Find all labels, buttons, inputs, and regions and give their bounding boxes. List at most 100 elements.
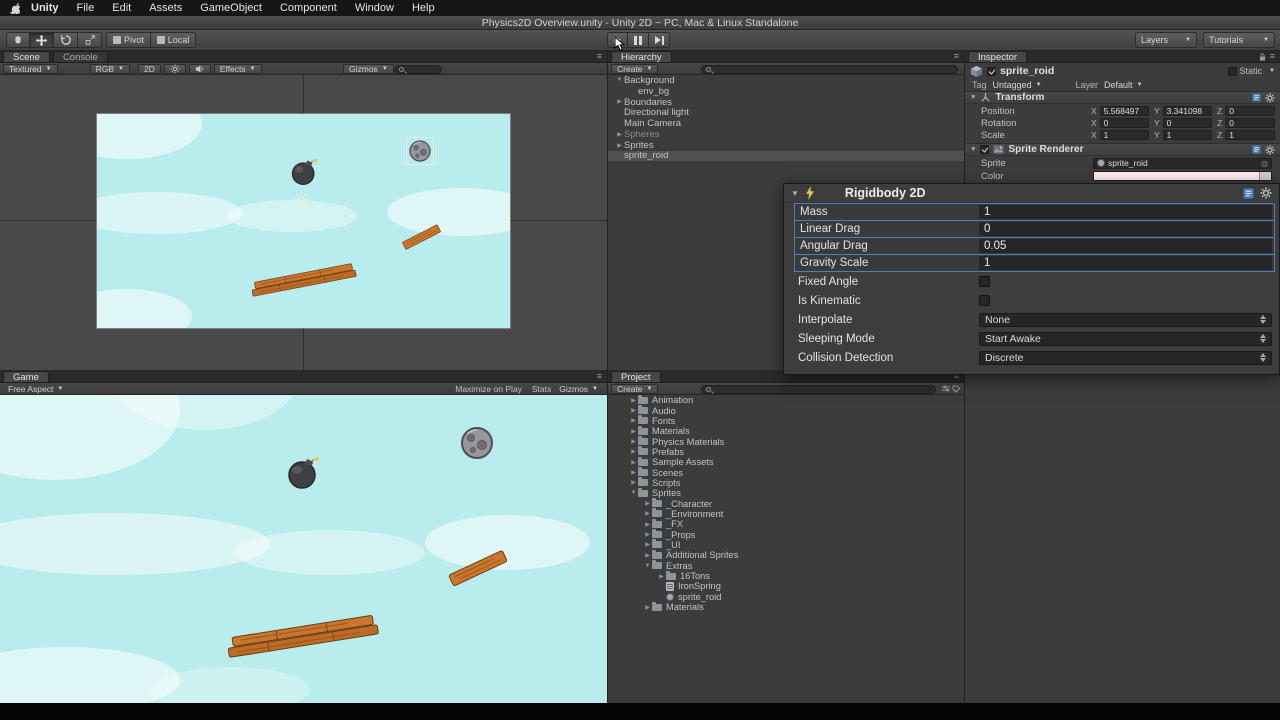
help-book-icon[interactable]: [1252, 93, 1261, 102]
project-item[interactable]: ▶ Materials: [608, 601, 964, 612]
panel-menu-icon[interactable]: ≡: [597, 52, 602, 61]
tab-console[interactable]: Console: [52, 51, 108, 63]
foldout-icon[interactable]: ▶: [643, 604, 652, 611]
gear-icon[interactable]: [1260, 187, 1272, 199]
position-z-field[interactable]: 0: [1225, 106, 1275, 116]
project-item[interactable]: ▶ Prefabs: [608, 446, 964, 457]
foldout-icon[interactable]: ▶: [629, 459, 638, 466]
bomb-sprite[interactable]: [290, 157, 319, 191]
linear-drag-value-field[interactable]: 0: [979, 222, 1272, 236]
foldout-icon[interactable]: ▶: [629, 469, 638, 476]
tab-project[interactable]: Project: [611, 371, 661, 383]
project-item[interactable]: ▼ Sprites: [608, 487, 964, 498]
rotation-z-field[interactable]: 0: [1225, 118, 1275, 128]
foldout-icon[interactable]: ▶: [643, 531, 652, 538]
gear-icon[interactable]: [1265, 144, 1275, 155]
project-item[interactable]: ▼ Extras: [608, 560, 964, 571]
panel-menu-icon[interactable]: ≡: [954, 52, 959, 61]
light-gizmo-icon[interactable]: [294, 192, 309, 212]
game-gizmos-dropdown[interactable]: Gizmos ▼: [554, 384, 603, 394]
tutorials-dropdown[interactable]: Tutorials ▼: [1203, 32, 1275, 48]
project-item[interactable]: ▶ Animation: [608, 394, 964, 405]
local-toggle-button[interactable]: Local: [151, 32, 196, 48]
project-item[interactable]: sprite_roid: [608, 592, 964, 602]
step-button[interactable]: [649, 32, 670, 48]
sprite-renderer-enabled-checkbox[interactable]: [980, 145, 990, 154]
hierarchy-item-selected[interactable]: sprite_roid: [608, 150, 964, 161]
scene-search-input[interactable]: [394, 64, 442, 74]
scale-z-field[interactable]: 1: [1225, 130, 1275, 140]
linear-drag-field-row[interactable]: Linear Drag 0: [794, 220, 1275, 238]
menu-unity[interactable]: Unity: [22, 2, 68, 14]
foldout-icon[interactable]: ▶: [629, 479, 638, 486]
foldout-icon[interactable]: ▶: [643, 500, 652, 507]
foldout-icon[interactable]: ▶: [657, 573, 666, 580]
sprite-renderer-header[interactable]: ▼ Sprite Renderer: [965, 143, 1280, 156]
foldout-icon[interactable]: ▶: [643, 521, 652, 528]
shading-mode-dropdown[interactable]: Textured ▼: [3, 63, 58, 74]
foldout-icon[interactable]: ▶: [629, 438, 638, 445]
effects-dropdown[interactable]: Effects ▼: [213, 63, 262, 74]
project-item[interactable]: IronSpring: [608, 581, 964, 591]
hand-tool-button[interactable]: [6, 32, 30, 48]
hierarchy-create-button[interactable]: Create ▼: [611, 63, 659, 74]
pivot-toggle-button[interactable]: Pivot: [106, 32, 151, 48]
project-item[interactable]: ▶ _Environment: [608, 508, 964, 519]
fixed-angle-checkbox[interactable]: [979, 276, 990, 287]
hierarchy-item[interactable]: Directional light: [608, 107, 964, 118]
foldout-icon[interactable]: ▼: [629, 490, 638, 496]
static-checkbox[interactable]: [1227, 66, 1237, 76]
hierarchy-item[interactable]: ▼ Background: [608, 75, 964, 86]
window-titlebar[interactable]: Physics2D Overview.unity - Unity 2D ~ PC…: [0, 16, 1280, 30]
scene-gizmos-dropdown[interactable]: Gizmos ▼: [343, 63, 394, 74]
toggle-2d-button[interactable]: 2D: [137, 63, 161, 74]
hierarchy-search-input[interactable]: [701, 64, 958, 74]
project-item[interactable]: ▶ Scripts: [608, 477, 964, 488]
long-plank-sprite[interactable]: [250, 262, 358, 303]
project-item[interactable]: ▶ Materials: [608, 425, 964, 436]
gravity-scale-value-field[interactable]: 1: [979, 256, 1272, 270]
tag-dropdown[interactable]: Untagged ▼: [993, 80, 1042, 90]
help-book-icon[interactable]: [1243, 188, 1254, 199]
search-by-label-icon[interactable]: [952, 385, 961, 395]
pause-button[interactable]: [628, 32, 649, 48]
menu-gameobject[interactable]: GameObject: [191, 2, 271, 14]
render-mode-dropdown[interactable]: RGB ▼: [89, 63, 130, 74]
project-item[interactable]: ▶ Audio: [608, 405, 964, 416]
is-kinematic-checkbox[interactable]: [979, 295, 990, 306]
position-x-field[interactable]: 5.568497: [1099, 106, 1149, 116]
aspect-dropdown[interactable]: Free Aspect ▼: [3, 384, 68, 394]
tab-inspector[interactable]: Inspector: [968, 51, 1028, 63]
hierarchy-item[interactable]: ▶ Spheres: [608, 129, 964, 140]
color-picker-icon[interactable]: [1259, 172, 1271, 180]
stats-toggle[interactable]: Stats: [532, 384, 551, 394]
color-swatch[interactable]: [1093, 171, 1272, 181]
foldout-icon[interactable]: ▶: [643, 510, 652, 517]
mass-value-field[interactable]: 1: [979, 205, 1272, 219]
foldout-icon[interactable]: ▶: [629, 428, 638, 435]
angular-drag-value-field[interactable]: 0.05: [979, 239, 1272, 253]
foldout-icon[interactable]: ▶: [615, 98, 624, 105]
menu-assets[interactable]: Assets: [140, 2, 191, 14]
layers-dropdown[interactable]: Layers ▼: [1135, 32, 1197, 48]
project-item[interactable]: ▶ Physics Materials: [608, 436, 964, 447]
hierarchy-item[interactable]: env_bg: [608, 86, 964, 97]
search-by-type-icon[interactable]: [942, 385, 950, 395]
hierarchy-item[interactable]: ▶ Sprites: [608, 140, 964, 151]
project-item[interactable]: ▶ _Props: [608, 529, 964, 540]
foldout-icon[interactable]: ▼: [615, 77, 624, 83]
lock-icon[interactable]: [1259, 53, 1266, 61]
menu-window[interactable]: Window: [346, 2, 403, 14]
maximize-on-play-toggle[interactable]: Maximize on Play: [455, 384, 522, 394]
foldout-icon[interactable]: ▶: [615, 131, 624, 138]
foldout-icon[interactable]: ▼: [970, 94, 976, 101]
tab-scene[interactable]: Scene: [3, 51, 50, 63]
rigidbody2d-header[interactable]: ▼ Rigidbody 2D: [784, 184, 1279, 203]
menu-edit[interactable]: Edit: [103, 2, 140, 14]
project-item[interactable]: ▶ Scenes: [608, 467, 964, 478]
layer-dropdown[interactable]: Default ▼: [1104, 80, 1142, 90]
menu-component[interactable]: Component: [271, 2, 346, 14]
gravity-scale-field-row[interactable]: Gravity Scale 1: [794, 254, 1275, 272]
foldout-icon[interactable]: ▶: [629, 397, 638, 404]
scale-tool-button[interactable]: [78, 32, 102, 48]
